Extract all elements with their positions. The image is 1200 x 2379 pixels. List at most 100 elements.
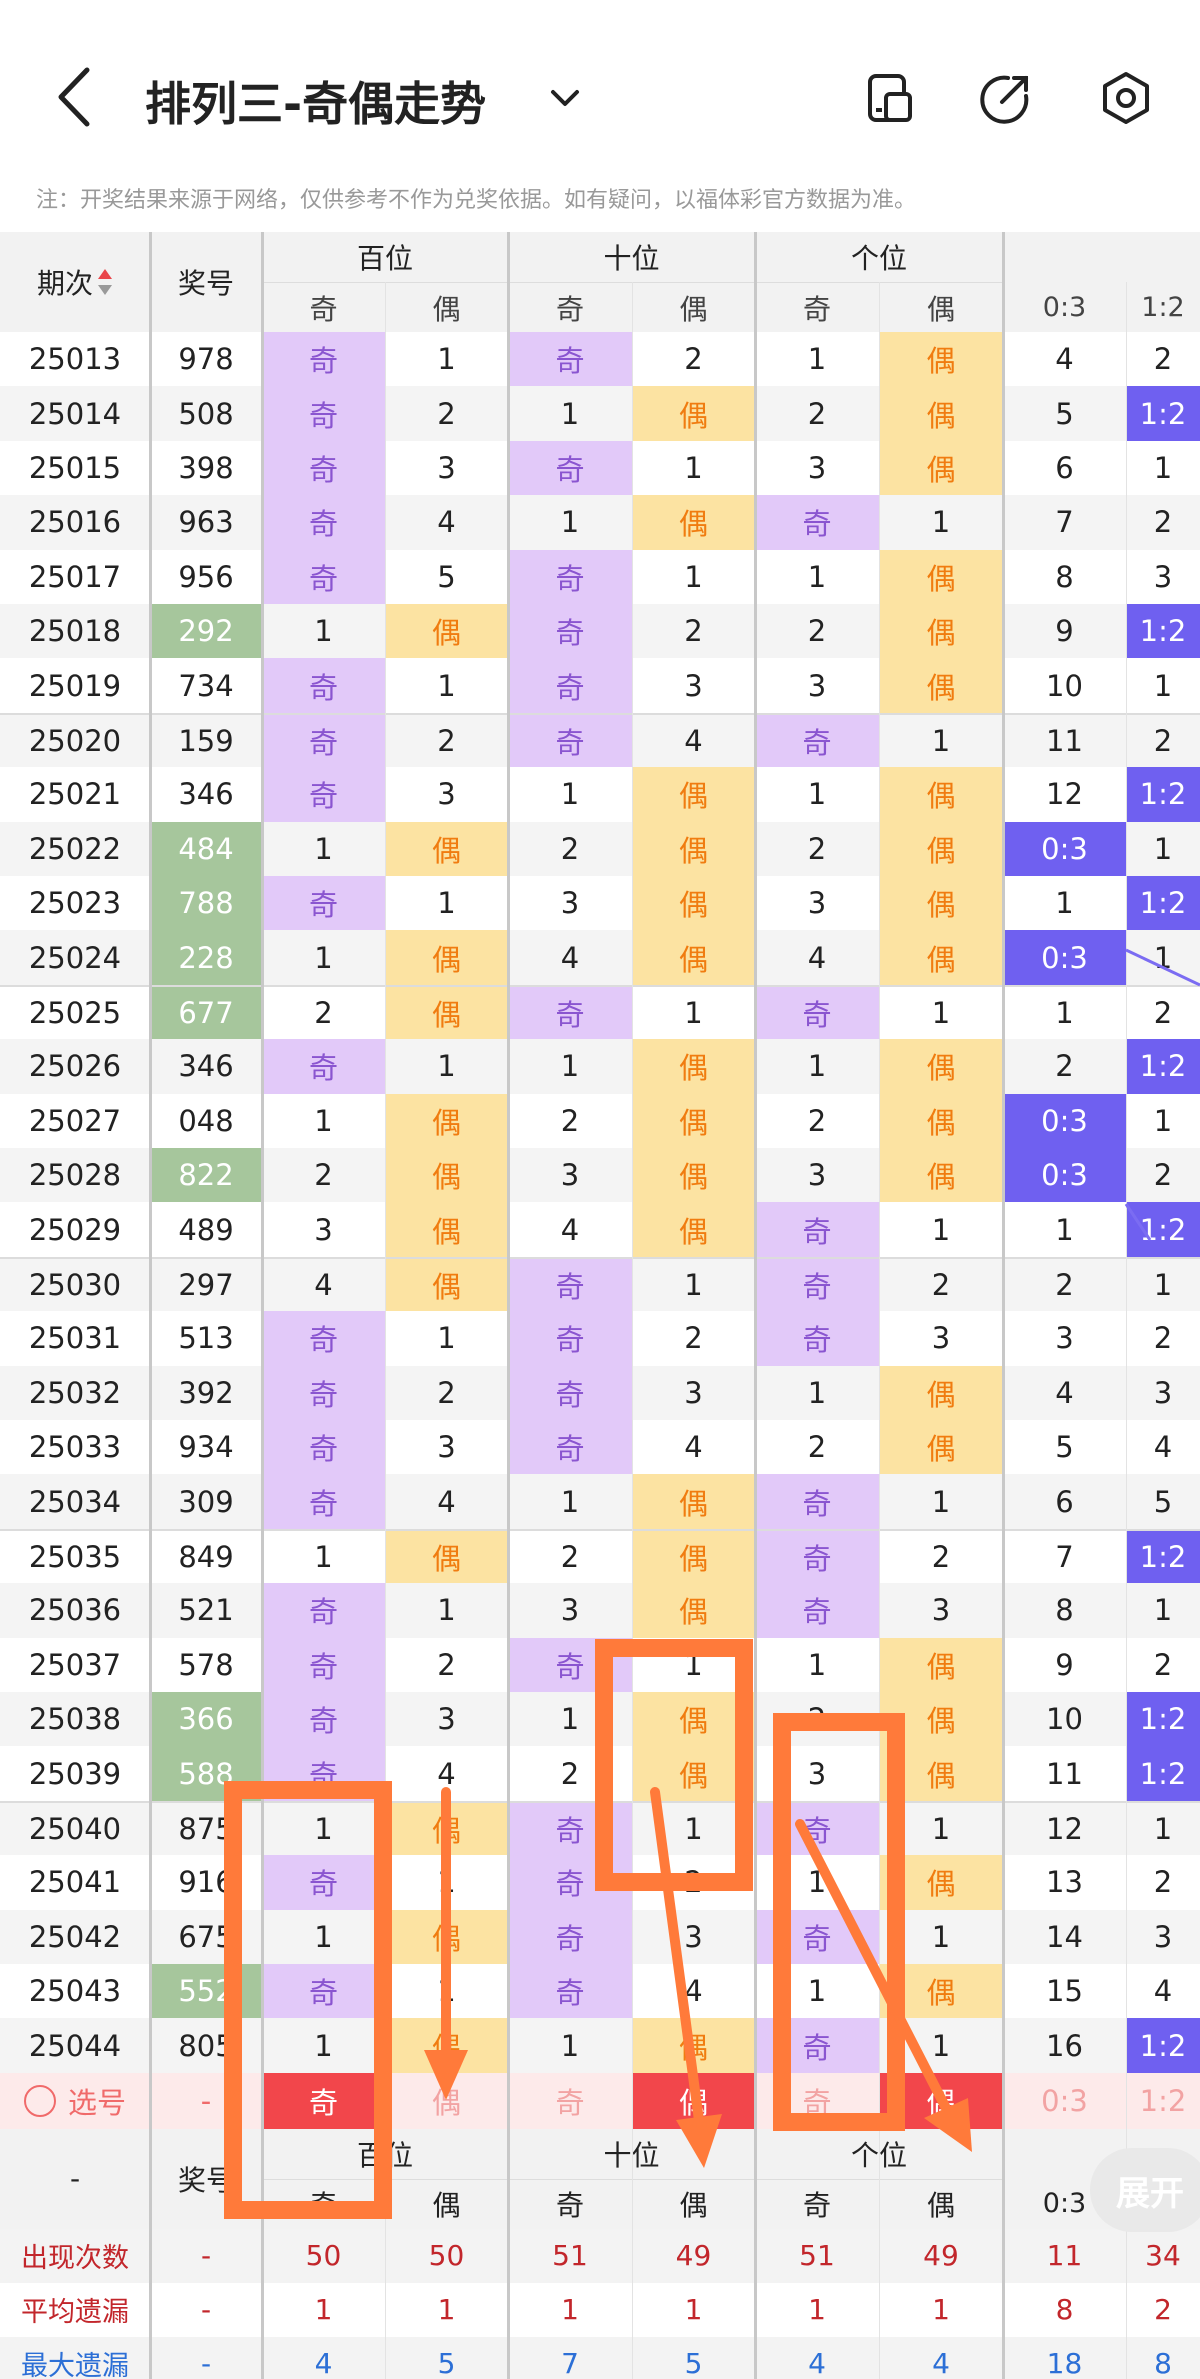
stats-value: 8 (1154, 2347, 1172, 2379)
stats-row: 最大遗漏 - 4 5 7 5 4 4 18 8 (0, 2336, 1200, 2379)
odd-cell: 奇 (755, 1474, 879, 1529)
select-cell[interactable]: 0:3 (1003, 2073, 1126, 2129)
header-period[interactable]: 期次 (0, 232, 150, 332)
even-cell: 2 (684, 614, 703, 649)
stats-value: 51 (552, 2239, 588, 2273)
chevron-down-icon[interactable] (545, 78, 585, 118)
odd-cell: 2 (807, 614, 827, 649)
even-cell: 1 (684, 1647, 703, 1682)
odd-cell: 奇 (508, 1311, 632, 1366)
ratio-cell: 0:3 (1003, 930, 1126, 985)
odd-cell: 3 (314, 1212, 333, 1247)
number-cell: 916 (178, 1865, 234, 1900)
even-cell: 偶 (632, 767, 755, 822)
table-row: 25035 849 1 偶 2 偶奇 2 7 1:2 (0, 1528, 1200, 1584)
even-cell: 偶 (632, 1202, 755, 1257)
period-cell: 25036 (28, 1593, 122, 1628)
even-cell: 偶 (879, 386, 1003, 441)
select-cell[interactable]: 1:2 (1126, 2073, 1200, 2129)
select-row: 选号 - 奇偶奇偶奇偶 0:3 1:2 (0, 2072, 1200, 2129)
table-row: 25028 822 2 偶 3 偶 3 偶 0:3 2 (0, 1148, 1200, 1203)
column-divider (149, 232, 152, 2379)
even-cell: 偶 (632, 1093, 755, 1148)
table-row: 25030 297 4 偶奇 1 奇 2 2 1 (0, 1256, 1200, 1312)
odd-cell: 奇 (262, 1583, 385, 1638)
even-cell: 偶 (879, 1637, 1003, 1692)
select-cell[interactable]: 奇 (755, 2073, 879, 2129)
period-cell: 25027 (28, 1103, 122, 1138)
even-cell: 4 (684, 723, 703, 758)
even-cell: 偶 (632, 930, 755, 985)
ratio-cell: 0:3 (1003, 1148, 1126, 1203)
select-cell[interactable]: 偶 (879, 2072, 1003, 2129)
select-label[interactable]: 选号 (0, 2073, 150, 2129)
ratio-cell: 2 (1055, 1049, 1074, 1084)
number-cell: 366 (150, 1692, 262, 1747)
ratio-cell: 3 (1055, 1321, 1074, 1356)
even-cell: 偶 (632, 1583, 755, 1638)
odd-cell: 2 (314, 1158, 333, 1193)
even-cell: 偶 (385, 1909, 508, 1964)
ratio-cell: 1:2 (1126, 767, 1200, 822)
ratio-cell: 1 (1055, 995, 1074, 1030)
odd-cell: 奇 (755, 1311, 879, 1366)
share-icon[interactable] (978, 70, 1034, 126)
select-label-text: 选号 (67, 2085, 126, 2120)
odd-cell: 奇 (508, 714, 632, 768)
odd-cell: 1 (314, 2028, 333, 2063)
header-ratio: 0:3 (1042, 291, 1087, 323)
even-cell: 3 (931, 1593, 951, 1628)
select-cell[interactable]: 奇 (262, 2072, 385, 2129)
table-row: 25026 346 奇 1 1 偶 1 偶 2 1:2 (0, 1039, 1200, 1094)
period-cell: 25041 (28, 1865, 122, 1900)
even-cell: 偶 (879, 604, 1003, 659)
period-cell: 25034 (28, 1484, 122, 1519)
ratio-cell: 1 (1153, 940, 1173, 975)
period-cell: 25038 (28, 1702, 122, 1737)
layout-icon[interactable] (862, 70, 918, 126)
odd-cell: 2 (807, 1702, 827, 1737)
ratio-cell: 2 (1153, 1158, 1173, 1193)
page-title[interactable]: 排列三-奇偶走势 (145, 68, 486, 134)
top-bar: 排列三-奇偶走势 注：开奖结果来源于网络，仅供参考不作为兑奖依据。如有疑问，以福… (0, 0, 1200, 213)
odd-cell: 3 (560, 886, 580, 921)
number-cell: 398 (178, 450, 234, 485)
odd-cell: 奇 (262, 1637, 385, 1692)
footer-sub-odd: 奇 (262, 2178, 385, 2229)
column-divider (754, 232, 757, 2379)
even-cell: 1 (684, 450, 703, 485)
select-cell[interactable]: 偶 (632, 2072, 755, 2129)
ratio-cell: 11 (1046, 723, 1083, 758)
even-cell: 偶 (632, 1039, 755, 1094)
odd-cell: 3 (807, 886, 827, 921)
odd-cell: 奇 (262, 658, 385, 713)
ratio-cell: 0:3 (1003, 821, 1126, 876)
radio-circle-icon[interactable] (23, 2084, 56, 2117)
even-cell: 偶 (879, 658, 1003, 713)
even-cell: 4 (684, 1974, 703, 2009)
odd-cell: 1 (560, 1049, 580, 1084)
ratio-cell: 7 (1055, 505, 1074, 540)
select-cell[interactable]: 偶 (385, 2073, 508, 2129)
column-divider (879, 282, 880, 2379)
ratio-cell: 1 (1153, 831, 1173, 866)
settings-icon[interactable] (1098, 70, 1154, 126)
select-cell[interactable]: 奇 (508, 2073, 632, 2129)
even-cell: 3 (437, 450, 456, 485)
header-group-3: 个位 (850, 242, 907, 275)
header-number: 奖号 (177, 267, 234, 300)
ratio-cell: 2 (1153, 505, 1173, 540)
stats-value: 34 (1145, 2239, 1181, 2273)
even-cell: 3 (931, 1321, 951, 1356)
table-row: 25044 805 1 偶 1 偶奇 1 16 1:2 (0, 2018, 1200, 2073)
number-cell: 484 (150, 821, 262, 876)
period-cell: 25019 (28, 668, 122, 703)
odd-cell: 2 (560, 831, 580, 866)
back-arrow-icon[interactable] (45, 62, 105, 132)
stats-value: 49 (675, 2239, 712, 2273)
odd-cell: 奇 (262, 440, 385, 496)
table-row: 25013 978 奇 1 奇 2 1 偶 4 2 (0, 332, 1200, 387)
ratio-cell: 1 (1055, 886, 1074, 921)
expand-button[interactable]: 展开 (1090, 2148, 1200, 2232)
even-cell: 1 (684, 1811, 703, 1846)
